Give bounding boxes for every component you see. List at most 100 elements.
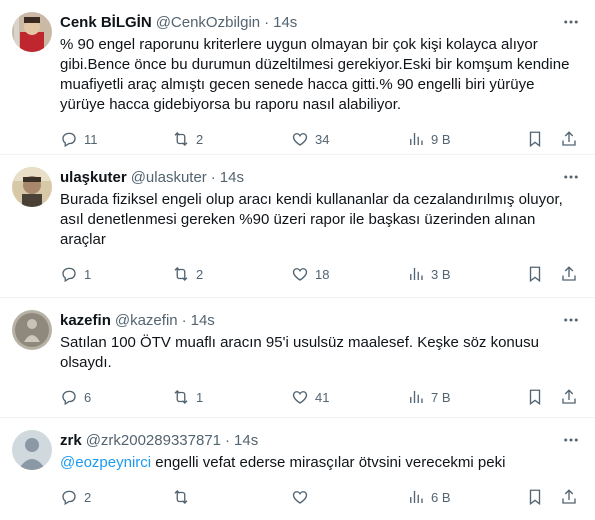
share-button[interactable]: [560, 488, 578, 506]
display-name[interactable]: zrk: [60, 432, 82, 449]
timestamp[interactable]: 14s: [273, 14, 297, 31]
bookmark-icon: [529, 131, 541, 148]
action-bar: 11 2 34 9 B: [60, 120, 579, 158]
like-icon: [292, 391, 308, 404]
view-count: 6 B: [431, 489, 451, 505]
tweet-text: @eozpeynirci engelli vefat ederse mirasç…: [60, 453, 579, 473]
tweet[interactable]: ulaşkuter @ulaskuter · 14s Burada fiziks…: [0, 155, 595, 298]
action-bar: 1 2 18 3 B: [60, 255, 579, 293]
user-handle[interactable]: @CenkOzbilgin: [156, 14, 260, 31]
action-bar: 6 1 41 7 B: [60, 378, 579, 416]
like-icon: [292, 491, 308, 504]
share-button[interactable]: [560, 130, 578, 148]
user-handle[interactable]: @zrk200289337871: [86, 432, 221, 449]
like-count: 41: [315, 389, 330, 405]
user-handle[interactable]: @kazefin: [115, 312, 178, 329]
reply-feed: Cenk BİLGİN @CenkOzbilgin · 14s % 90 eng…: [0, 0, 595, 520]
reply-icon: [62, 490, 76, 506]
display-name[interactable]: ulaşkuter: [60, 169, 127, 186]
tweet-header: kazefin @kazefin · 14s: [60, 308, 579, 332]
bookmark-button[interactable]: [526, 388, 544, 406]
avatar[interactable]: [12, 430, 52, 470]
tweet-header: zrk @zrk200289337871 · 14s: [60, 428, 579, 452]
views-icon: [410, 268, 423, 280]
views-button[interactable]: 6 B: [407, 488, 451, 506]
reply-icon: [62, 132, 76, 148]
more-icon[interactable]: [561, 310, 581, 330]
separator-dot: ·: [181, 311, 187, 329]
timestamp[interactable]: 14s: [220, 169, 244, 186]
retweet-button[interactable]: 1: [172, 388, 203, 406]
share-icon: [562, 389, 576, 404]
timestamp[interactable]: 14s: [191, 312, 215, 329]
user-handle[interactable]: @ulaskuter: [131, 169, 207, 186]
like-count: 34: [315, 131, 330, 147]
more-icon[interactable]: [561, 12, 581, 32]
avatar[interactable]: [12, 310, 52, 350]
bookmark-icon: [529, 266, 541, 283]
like-button[interactable]: 18: [291, 265, 329, 283]
view-count: 3 B: [431, 266, 451, 282]
share-icon: [562, 489, 576, 504]
retweet-button[interactable]: 2: [172, 265, 203, 283]
retweet-button[interactable]: [172, 488, 196, 506]
retweet-icon: [174, 490, 188, 504]
views-button[interactable]: 9 B: [407, 130, 451, 148]
views-button[interactable]: 7 B: [407, 388, 451, 406]
like-icon: [292, 268, 308, 281]
reply-button[interactable]: 6: [60, 388, 91, 406]
views-button[interactable]: 3 B: [407, 265, 451, 283]
reply-button[interactable]: 1: [60, 265, 91, 283]
views-icon: [410, 133, 423, 145]
display-name[interactable]: Cenk BİLGİN: [60, 14, 152, 31]
view-count: 7 B: [431, 389, 451, 405]
mention-link[interactable]: @eozpeynirci: [60, 454, 151, 471]
retweet-icon: [174, 267, 188, 281]
bookmark-button[interactable]: [526, 130, 544, 148]
tweet-text: Satılan 100 ÖTV muaflı aracın 95'i usuls…: [60, 334, 539, 371]
timestamp[interactable]: 14s: [234, 432, 258, 449]
tweet-text: % 90 engel raporunu kriterlere uygun olm…: [60, 36, 570, 113]
retweet-count: 2: [196, 131, 204, 147]
display-name[interactable]: kazefin: [60, 312, 111, 329]
tweet[interactable]: kazefin @kazefin · 14s Satılan 100 ÖTV m…: [0, 298, 595, 418]
retweet-count: 1: [196, 389, 204, 405]
bookmark-icon: [529, 489, 541, 506]
share-button[interactable]: [560, 388, 578, 406]
tweet[interactable]: Cenk BİLGİN @CenkOzbilgin · 14s % 90 eng…: [0, 0, 595, 155]
avatar[interactable]: [12, 12, 52, 52]
separator-dot: ·: [264, 13, 270, 31]
tweet-header: Cenk BİLGİN @CenkOzbilgin · 14s: [60, 10, 579, 34]
separator-dot: ·: [210, 168, 216, 186]
like-button[interactable]: 41: [291, 388, 329, 406]
tweet[interactable]: zrk @zrk200289337871 · 14s @eozpeynirci …: [0, 418, 595, 520]
view-count: 9 B: [431, 131, 451, 147]
reply-button[interactable]: 2: [60, 488, 91, 506]
like-button[interactable]: 34: [291, 130, 329, 148]
tweet-header: ulaşkuter @ulaskuter · 14s: [60, 165, 579, 189]
retweet-icon: [174, 132, 188, 146]
like-icon: [292, 133, 308, 146]
reply-count: 1: [84, 266, 92, 282]
bookmark-icon: [529, 389, 541, 406]
like-button[interactable]: [291, 488, 315, 506]
avatar[interactable]: [12, 167, 52, 207]
more-icon[interactable]: [561, 430, 581, 450]
retweet-count: 2: [196, 266, 204, 282]
retweet-button[interactable]: 2: [172, 130, 203, 148]
action-bar: 2 6 B: [60, 478, 579, 516]
bookmark-button[interactable]: [526, 265, 544, 283]
more-icon[interactable]: [561, 167, 581, 187]
share-button[interactable]: [560, 265, 578, 283]
reply-icon: [62, 267, 76, 283]
views-icon: [410, 391, 423, 403]
retweet-icon: [174, 390, 188, 404]
separator-dot: ·: [225, 431, 231, 449]
reply-count: 2: [84, 489, 92, 505]
reply-button[interactable]: 11: [60, 130, 98, 148]
reply-count: 11: [84, 131, 98, 147]
bookmark-button[interactable]: [526, 488, 544, 506]
tweet-text: Burada fiziksel engeli olup aracı kendi …: [60, 191, 563, 248]
reply-icon: [62, 390, 76, 406]
like-count: 18: [315, 266, 330, 282]
